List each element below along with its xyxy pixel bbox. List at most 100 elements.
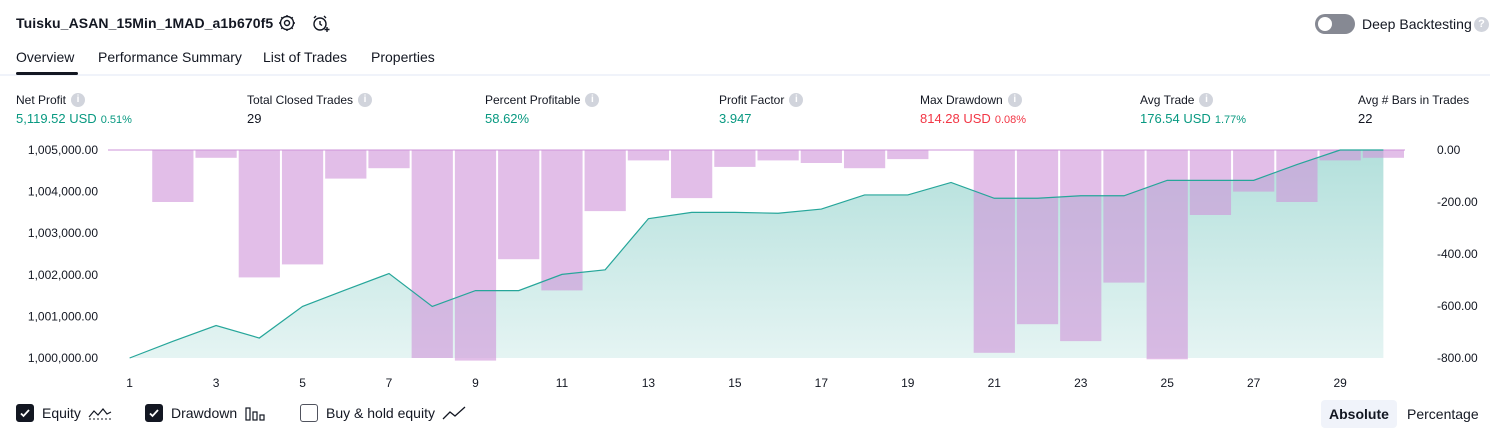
- metric-percent: 0.08%: [994, 114, 1027, 126]
- drawdown-bar: [1233, 150, 1275, 192]
- metric-value: 5,119.52 USD: [16, 111, 97, 126]
- info-icon[interactable]: i: [358, 93, 373, 107]
- metric-label: Avg # Bars in Trades: [1358, 93, 1470, 107]
- drawdown-bar: [627, 150, 670, 161]
- right-axis-tick-label: -200.00: [1437, 195, 1478, 209]
- drawdown-bar: [195, 150, 237, 158]
- strategy-header: Tuisku_ASAN_15Min_1MAD_a1b670f5 Deep Bac…: [0, 0, 1507, 44]
- absolute-mode-button[interactable]: Absolute: [1321, 400, 1397, 428]
- equity-line-icon: [88, 408, 112, 420]
- metric-label: Percent Profitable: [485, 93, 581, 107]
- legend-equity-toggle[interactable]: Equity: [16, 404, 112, 422]
- x-axis-tick-label: 25: [1161, 376, 1175, 390]
- x-axis-tick-label: 13: [642, 376, 656, 390]
- x-axis-tick-label: 3: [213, 376, 220, 390]
- drawdown-bars-icon: [245, 407, 265, 421]
- metric-percent-profitable: Percent Profitable i 58.62%: [485, 90, 600, 126]
- metric-percent: 0.51%: [100, 114, 132, 126]
- info-icon[interactable]: i: [71, 93, 86, 107]
- add-alert-clock-icon[interactable]: [310, 12, 332, 34]
- drawdown-bar: [325, 150, 367, 179]
- left-axis-tick-label: 1,000,000.00: [28, 351, 98, 365]
- legend-buy-hold-toggle[interactable]: Buy & hold equity: [300, 404, 466, 422]
- x-axis-tick-label: 7: [386, 376, 393, 390]
- metric-max-drawdown: Max Drawdown i 814.28 USD 0.08%: [920, 90, 1026, 126]
- metric-avg-bars-in-trades: Avg # Bars in Trades 22: [1358, 90, 1469, 126]
- metric-value: 58.62%: [485, 111, 530, 126]
- x-axis-tick-label: 9: [472, 376, 479, 390]
- buy-hold-checkbox[interactable]: [300, 404, 318, 422]
- drawdown-bar: [800, 150, 842, 163]
- strategy-title: Tuisku_ASAN_15Min_1MAD_a1b670f5: [16, 15, 274, 31]
- drawdown-bar: [152, 150, 194, 202]
- x-axis-tick-label: 5: [299, 376, 306, 390]
- drawdown-bar: [714, 150, 756, 167]
- metric-label: Net Profit: [16, 93, 67, 107]
- info-icon[interactable]: i: [1007, 93, 1022, 107]
- drawdown-bar: [843, 150, 886, 169]
- chart-canvas[interactable]: 1,005,000.00 1,004,000.00 1,003,000.00 1,00…: [0, 140, 1507, 395]
- legend-drawdown-toggle[interactable]: Drawdown: [145, 404, 268, 422]
- checkmark-icon: [20, 409, 30, 418]
- tab-properties[interactable]: Properties: [371, 49, 435, 65]
- drawdown-bar: [1016, 150, 1059, 325]
- percentage-mode-button[interactable]: Percentage: [1399, 400, 1487, 428]
- x-axis-tick-label: 15: [728, 376, 742, 390]
- drawdown-bar: [368, 150, 410, 169]
- metric-net-profit: Net Profit i 5,119.52 USD 0.51%: [16, 90, 132, 126]
- drawdown-bar: [454, 150, 497, 361]
- x-axis-tick-label: 29: [1333, 376, 1347, 390]
- tab-list-of-trades[interactable]: List of Trades: [263, 49, 347, 65]
- metric-label: Total Closed Trades: [247, 93, 354, 107]
- tab-overview[interactable]: Overview: [16, 49, 79, 75]
- drawdown-bar: [541, 150, 583, 291]
- drawdown-bar: [671, 150, 713, 199]
- right-axis-tick-label: -800.00: [1437, 351, 1478, 365]
- metric-profit-factor: Profit Factor i 3.947: [719, 90, 804, 126]
- deep-backtesting-toggle[interactable]: [1315, 14, 1355, 34]
- metric-avg-trade: Avg Trade i 176.54 USD 1.77%: [1140, 90, 1246, 126]
- x-axis-tick-label: 27: [1247, 376, 1261, 390]
- drawdown-checkbox[interactable]: [145, 404, 163, 422]
- drawdown-bar: [238, 150, 280, 278]
- x-axis-tick-label: 17: [815, 376, 829, 390]
- info-icon[interactable]: i: [789, 93, 804, 107]
- info-icon[interactable]: i: [585, 93, 600, 107]
- x-axis-tick-label: 23: [1074, 376, 1088, 390]
- metric-label: Avg Trade: [1140, 93, 1195, 107]
- legend-label: Buy & hold equity: [326, 405, 435, 421]
- metric-value: 22: [1358, 111, 1373, 126]
- drawdown-bar: [584, 150, 626, 212]
- drawdown-bar: [1146, 150, 1188, 360]
- metric-value: 814.28 USD: [920, 111, 991, 126]
- equity-drawdown-chart[interactable]: 1,005,000.00 1,004,000.00 1,003,000.00 1,00…: [0, 140, 1507, 395]
- drawdown-bar: [1060, 150, 1102, 342]
- drawdown-bar: [1103, 150, 1145, 283]
- info-icon[interactable]: i: [1199, 93, 1214, 107]
- chart-legend: Equity Drawdown Buy & hold equity Absolu…: [0, 400, 1507, 430]
- drawdown-bar: [757, 150, 799, 161]
- metric-label: Profit Factor: [719, 93, 785, 107]
- report-tabs: Overview Performance Summary List of Tra…: [0, 44, 1490, 76]
- right-axis-tick-label: -400.00: [1437, 247, 1478, 261]
- settings-gear-icon[interactable]: [276, 12, 298, 34]
- equity-checkbox[interactable]: [16, 404, 34, 422]
- left-axis-tick-label: 1,002,000.00: [28, 268, 98, 282]
- x-axis-tick-label: 21: [988, 376, 1002, 390]
- toggle-knob: [1318, 17, 1332, 31]
- right-axis-tick-label: 0.00: [1437, 143, 1461, 157]
- metric-value: 176.54 USD: [1140, 111, 1211, 126]
- drawdown-bar: [973, 150, 1015, 353]
- metric-value: 29: [247, 111, 262, 126]
- metric-value: 3.947: [719, 111, 752, 126]
- tab-performance-summary[interactable]: Performance Summary: [98, 49, 242, 65]
- right-axis-tick-label: -600.00: [1437, 299, 1478, 313]
- deep-backtesting-label: Deep Backtesting: [1362, 16, 1472, 32]
- help-icon[interactable]: ?: [1474, 17, 1489, 32]
- metric-total-closed-trades: Total Closed Trades i 29: [247, 90, 373, 126]
- drawdown-bar: [498, 150, 540, 260]
- buy-hold-line-icon: [442, 406, 466, 420]
- drawdown-bar: [1362, 150, 1404, 158]
- metrics-row: Net Profit i 5,119.52 USD 0.51% Total Clos…: [0, 90, 1507, 130]
- left-axis-tick-label: 1,005,000.00: [28, 143, 98, 157]
